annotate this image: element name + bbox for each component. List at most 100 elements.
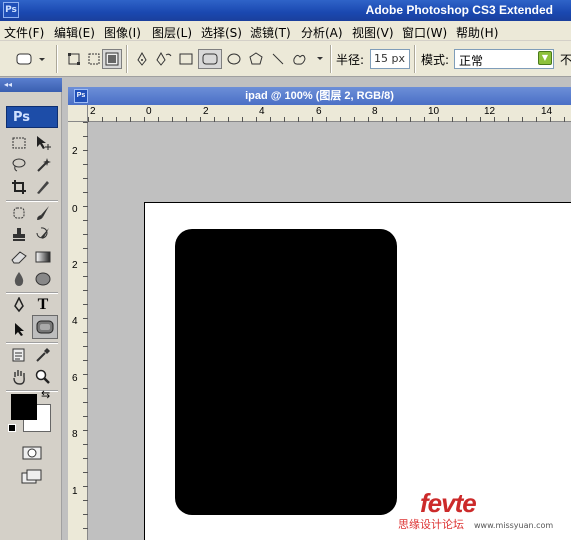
ruler-label: 4 bbox=[259, 106, 265, 117]
ruler-label: 8 bbox=[372, 106, 378, 117]
tool-preset-picker[interactable] bbox=[14, 49, 48, 69]
slice-tool[interactable] bbox=[32, 176, 54, 198]
history-brush-tool[interactable] bbox=[32, 224, 54, 246]
menu-filter[interactable]: 滤镜(T) bbox=[250, 24, 291, 41]
path-selection-tool[interactable] bbox=[8, 318, 30, 340]
crop-tool[interactable] bbox=[8, 176, 30, 198]
blur-tool[interactable] bbox=[8, 268, 30, 290]
healing-brush-icon bbox=[13, 207, 25, 219]
pen-icon bbox=[14, 297, 24, 313]
menu-select[interactable]: 选择(S) bbox=[201, 24, 242, 41]
watermark-text: 思缘设计论坛 bbox=[398, 518, 464, 531]
eraser-icon bbox=[11, 251, 27, 264]
brush-tool[interactable] bbox=[32, 202, 54, 224]
horizontal-ruler[interactable]: 2 0 2 4 6 8 10 12 14 bbox=[88, 105, 571, 122]
stamp-icon bbox=[13, 228, 25, 241]
ruler-label: 14 bbox=[541, 106, 553, 117]
swap-colors-icon[interactable]: ⇆ bbox=[41, 388, 50, 401]
ruler-label: 8 bbox=[72, 429, 78, 440]
ruler-label: 2 bbox=[72, 260, 78, 271]
vertical-ruler[interactable]: 2 0 2 4 6 8 1 bbox=[68, 122, 88, 540]
rounded-rect-preset-icon bbox=[16, 53, 45, 65]
polygon-icon bbox=[249, 52, 263, 65]
menu-image[interactable]: 图像(I) bbox=[104, 24, 141, 41]
slice-icon bbox=[37, 181, 49, 194]
menu-help[interactable]: 帮助(H) bbox=[456, 24, 498, 41]
hand-tool[interactable] bbox=[8, 366, 30, 388]
ruler-ticks bbox=[88, 117, 571, 122]
fevte-logo-image: fevte bbox=[420, 488, 477, 518]
freeform-pen-icon bbox=[156, 52, 172, 66]
app-logo-icon: Ps bbox=[3, 2, 19, 18]
eyedropper-tool[interactable] bbox=[32, 344, 54, 366]
ruler-label: 4 bbox=[72, 316, 78, 327]
pen-tool[interactable] bbox=[8, 294, 30, 316]
custom-shape-tool-button[interactable] bbox=[290, 49, 326, 69]
ruler-label: 6 bbox=[72, 373, 78, 384]
pen-icon bbox=[137, 52, 147, 66]
document-title: ipad @ 100% (图层 2, RGB/8) bbox=[245, 90, 394, 102]
rectangle-tool-button[interactable] bbox=[176, 49, 196, 69]
screen-mode-button[interactable] bbox=[20, 466, 44, 488]
ruler-origin[interactable] bbox=[68, 105, 88, 122]
ruler-label: 10 bbox=[428, 106, 440, 117]
menu-edit[interactable]: 编辑(E) bbox=[54, 24, 95, 41]
line-icon bbox=[272, 53, 284, 65]
move-tool[interactable] bbox=[32, 132, 54, 154]
document-ps-icon: Ps bbox=[74, 89, 88, 103]
notes-tool[interactable] bbox=[8, 344, 30, 366]
menu-view[interactable]: 视图(V) bbox=[352, 24, 394, 41]
menu-layer[interactable]: 图层(L) bbox=[152, 24, 192, 41]
rounded-rectangle-tool-button[interactable] bbox=[198, 49, 222, 69]
rounded-rectangle-tool[interactable] bbox=[32, 315, 58, 339]
clone-stamp-tool[interactable] bbox=[8, 224, 30, 246]
document-title-bar[interactable]: Ps ipad @ 100% (图层 2, RGB/8) bbox=[68, 87, 571, 105]
fill-pixels-icon bbox=[105, 52, 119, 66]
rounded-rectangle-shape[interactable] bbox=[175, 229, 397, 515]
pen-tool-button[interactable] bbox=[132, 49, 152, 69]
freeform-pen-button[interactable] bbox=[154, 49, 174, 69]
toolbox-logo: Ps bbox=[6, 106, 58, 128]
lasso-tool[interactable] bbox=[8, 154, 30, 176]
magic-wand-icon bbox=[37, 158, 51, 172]
watermark-logo-text: fevte bbox=[420, 488, 476, 518]
zoom-tool[interactable] bbox=[32, 366, 54, 388]
marquee-icon bbox=[12, 137, 26, 149]
foreground-color-fill bbox=[11, 394, 37, 420]
quick-mask-icon bbox=[22, 446, 42, 460]
ellipse-tool-button[interactable] bbox=[224, 49, 244, 69]
marquee-tool[interactable] bbox=[8, 132, 30, 154]
magic-wand-tool[interactable] bbox=[32, 154, 54, 176]
menu-analysis[interactable]: 分析(A) bbox=[301, 24, 343, 41]
ruler-label: 2 bbox=[203, 106, 209, 117]
menu-bar: 文件(F) 编辑(E) 图像(I) 图层(L) 选择(S) 滤镜(T) 分析(A… bbox=[0, 21, 571, 41]
radius-label: 半径: bbox=[336, 53, 365, 67]
ruler-label: 2 bbox=[90, 106, 96, 117]
shape-layers-icon bbox=[68, 53, 80, 65]
quick-mask-button[interactable] bbox=[20, 442, 44, 464]
notes-icon bbox=[12, 348, 25, 362]
paths-button[interactable] bbox=[84, 49, 104, 69]
type-tool[interactable]: T bbox=[32, 294, 54, 316]
default-colors-icon[interactable] bbox=[8, 424, 16, 432]
app-title: Adobe Photoshop CS3 Extended bbox=[365, 3, 553, 17]
healing-brush-tool[interactable] bbox=[8, 202, 30, 224]
fill-pixels-button[interactable] bbox=[102, 49, 122, 69]
dodge-icon bbox=[35, 272, 51, 286]
history-brush-icon bbox=[36, 227, 49, 239]
gradient-tool[interactable] bbox=[32, 246, 54, 268]
chevron-down-icon[interactable]: ▼ bbox=[538, 51, 552, 65]
toolbox: ◂◂ Ps T ⇆ bbox=[0, 78, 62, 540]
radius-input[interactable]: 15 px bbox=[370, 49, 410, 69]
menu-window[interactable]: 窗口(W) bbox=[402, 24, 447, 41]
toolbox-grip[interactable]: ◂◂ bbox=[0, 78, 62, 92]
shape-layers-button[interactable] bbox=[64, 49, 84, 69]
eraser-tool[interactable] bbox=[8, 246, 30, 268]
eyedropper-icon bbox=[36, 348, 50, 362]
polygon-tool-button[interactable] bbox=[246, 49, 266, 69]
menu-file[interactable]: 文件(F) bbox=[4, 24, 44, 41]
dodge-tool[interactable] bbox=[32, 268, 54, 290]
line-tool-button[interactable] bbox=[268, 49, 288, 69]
title-bar: Ps Adobe Photoshop CS3 Extended bbox=[0, 0, 571, 21]
hand-icon bbox=[13, 370, 25, 385]
